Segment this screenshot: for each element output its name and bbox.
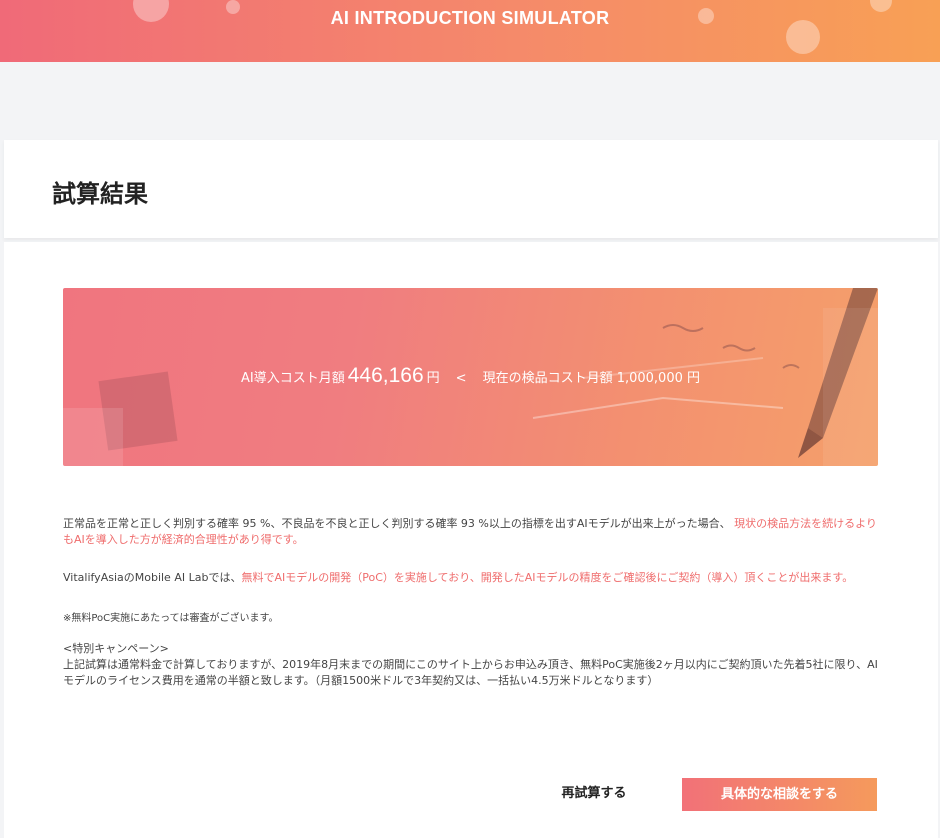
ai-cost-label: AI導入コスト月額 — [240, 371, 345, 386]
ai-cost-value: 446,166 — [347, 364, 424, 387]
comparison-symbol: < — [455, 371, 467, 386]
retry-button[interactable]: 再試算する — [544, 778, 644, 810]
poc-note: ※無料PoC実施にあたっては審査がございます。 — [63, 613, 279, 624]
app-title: AI INTRODUCTION SIMULATOR — [330, 8, 610, 28]
current-cost-text: 現在の検品コスト月額 1,000,000 円 — [482, 371, 700, 386]
consult-button[interactable]: 具体的な相談をする — [682, 778, 877, 811]
result-banner: AI導入コスト月額 446,166 円 < 現在の検品コスト月額 1,000,000 円 — [63, 288, 878, 466]
poc-text: VitalifyAsiaのMobile AI Labでは、 — [63, 571, 242, 584]
app-header: AI INTRODUCTION SIMULATOR — [0, 0, 940, 62]
campaign-heading: <特別キャンペーン> — [63, 642, 169, 655]
page-title-card: 試算結果 — [4, 140, 938, 238]
cost-comparison: AI導入コスト月額 446,166 円 < 現在の検品コスト月額 1,000,000 円 — [63, 364, 878, 388]
poc-paragraph: VitalifyAsiaのMobile AI Labでは、無料でAIモデルの開発… — [63, 570, 878, 586]
page-title: 試算結果 — [52, 180, 148, 208]
poc-highlight: 無料でAIモデルの開発（PoC）を実施しており、開発したAIモデルの精度をご確認… — [241, 571, 854, 584]
summary-text: 正常品を正常と正しく判別する確率 95 %、不良品を不良と正しく判別する確率 9… — [63, 517, 731, 530]
ai-cost-unit: 円 — [426, 371, 440, 386]
result-summary-paragraph: 正常品を正常と正しく判別する確率 95 %、不良品を不良と正しく判別する確率 9… — [63, 516, 878, 548]
campaign-body: 上記試算は通常料金で計算しておりますが、2019年8月末までの期間にこのサイト上… — [63, 658, 878, 687]
result-panel: AI導入コスト月額 446,166 円 < 現在の検品コスト月額 1,000,000 円… — [4, 242, 938, 838]
